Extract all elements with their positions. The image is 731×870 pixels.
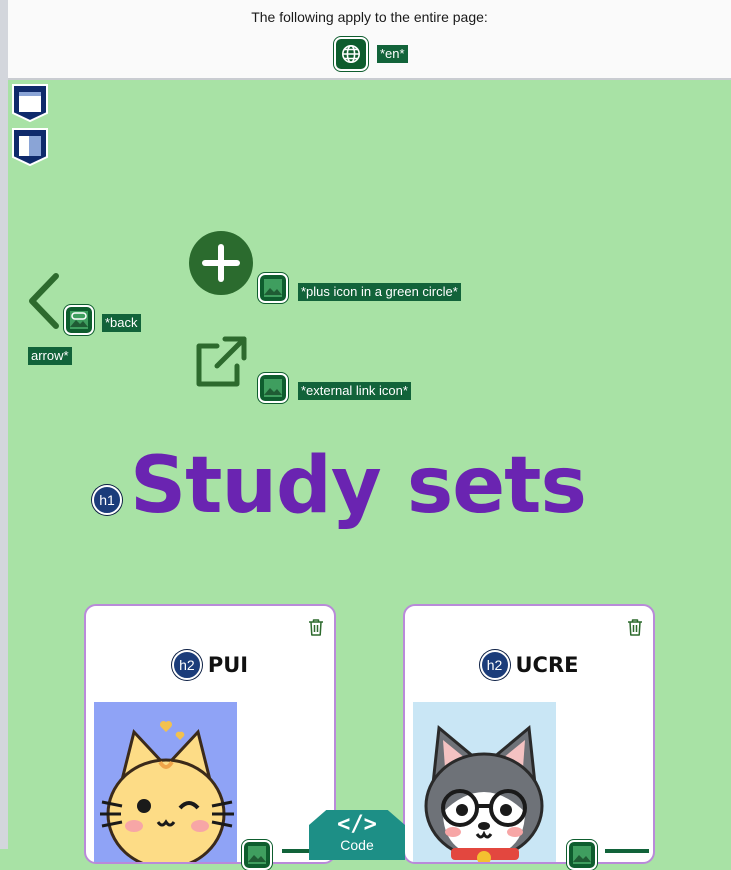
back-arrow-icon[interactable] [26, 272, 62, 330]
code-label: Code [340, 837, 374, 853]
globe-icon [334, 37, 368, 71]
accessibility-summary-bar: The following apply to the entire page: … [8, 0, 731, 80]
cat-avatar-image [94, 702, 237, 862]
card-header: h2 PUI [86, 650, 334, 680]
husky-avatar-image [413, 702, 556, 862]
trash-icon[interactable] [627, 618, 643, 636]
code-view-button[interactable]: </> Code [309, 810, 405, 860]
card-header: h2 UCRE [405, 650, 653, 680]
image-icon [242, 840, 272, 870]
card-title[interactable]: PUI [208, 653, 248, 677]
landmark-shield-icon [12, 128, 48, 167]
page-title: Study sets [130, 441, 587, 531]
external-link-icon[interactable] [193, 334, 249, 390]
card-title[interactable]: UCRE [516, 653, 579, 677]
heading-level-badge: h2 [479, 650, 510, 680]
summary-title: The following apply to the entire page: [251, 9, 488, 25]
back-arrow-alt-first: *back [102, 314, 141, 332]
trash-icon[interactable] [308, 618, 324, 636]
image-icon [567, 840, 597, 870]
heading-level-badge: h2 [171, 650, 202, 680]
back-arrow-alt-second: arrow* [28, 347, 72, 365]
study-set-card[interactable]: h2 PUI [84, 604, 336, 870]
external-link-alt: *external link icon* [298, 382, 411, 400]
landmark-shield-icon [12, 84, 48, 123]
heading-level-badge: h1 [92, 485, 122, 515]
language-indicator: *en* [334, 37, 408, 71]
link-image-icon [64, 305, 94, 335]
plus-icon-alt: *plus icon in a green circle* [298, 283, 461, 301]
image-icon [258, 273, 288, 303]
study-set-card[interactable]: h2 UCRE [403, 604, 655, 870]
plus-icon[interactable] [188, 230, 254, 296]
code-icon: </> [337, 812, 377, 837]
image-icon [258, 373, 288, 403]
image-alt-label [605, 849, 649, 853]
language-tag: *en* [377, 45, 408, 63]
left-rail [0, 0, 8, 849]
